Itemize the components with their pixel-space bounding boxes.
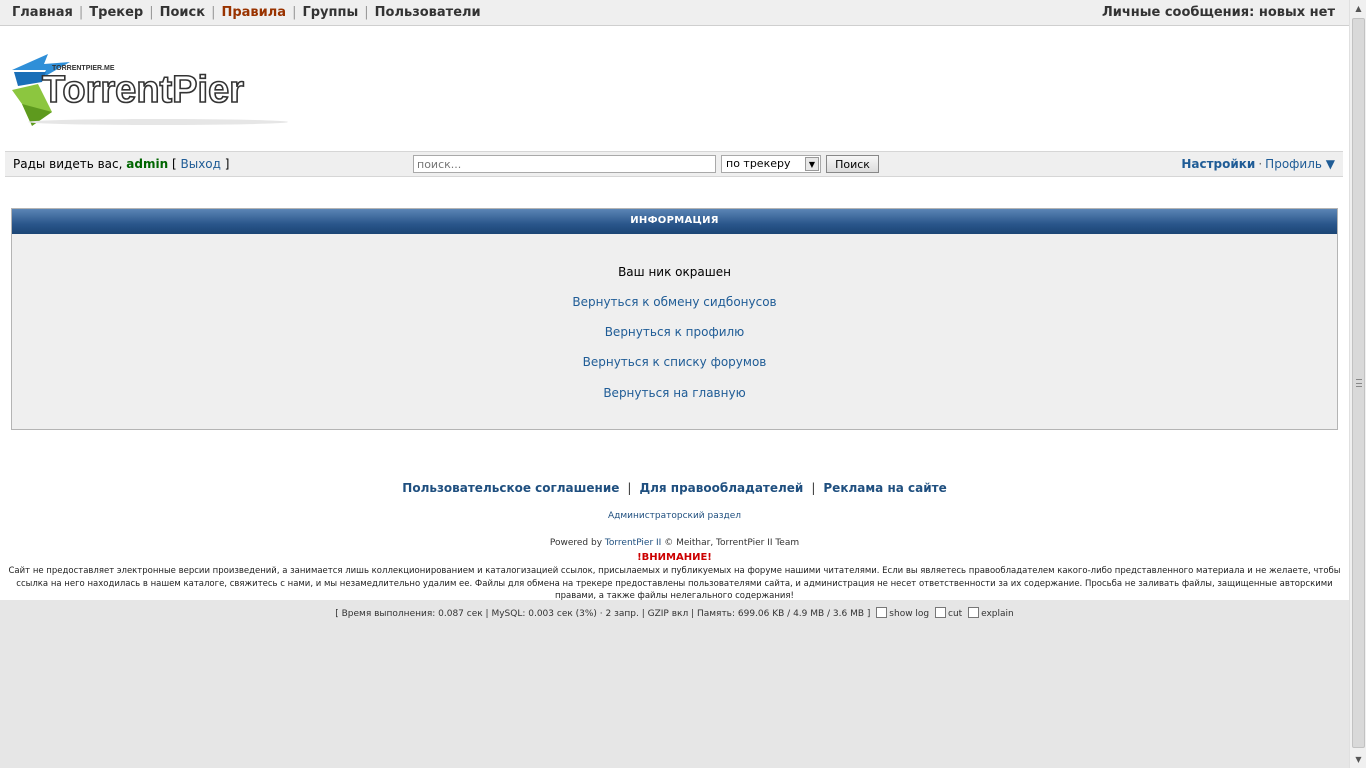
scroll-down-icon[interactable]: ▼ — [1350, 751, 1366, 768]
warning-text: Сайт не предоставляет электронные версии… — [8, 566, 1341, 601]
debug-stats: [ Время выполнения: 0.087 сек | MySQL: 0… — [335, 609, 871, 619]
top-nav: Главная | Трекер | Поиск | Правила | Группы | Поль… — [0, 0, 1349, 26]
dot-separator: · — [1258, 157, 1263, 171]
nav-separator: | — [211, 5, 216, 20]
back-to-profile-link[interactable]: Вернуться к профилю — [605, 325, 745, 339]
scrollbar-thumb[interactable] — [1352, 18, 1365, 748]
settings-link[interactable]: Настройки — [1181, 157, 1255, 171]
user-menu: Настройки · Профиль ▼ — [1181, 157, 1335, 171]
nav-separator: | — [149, 5, 154, 20]
search-scope-select[interactable]: по трекеру ▼ — [721, 155, 821, 173]
info-message: Ваш ник окрашен — [618, 265, 731, 279]
greeting: Рады видеть вас, admin [ Выход ] — [13, 157, 229, 171]
site-logo[interactable]: TORRENTPIER.ME TorrentPier — [8, 50, 308, 130]
search-button[interactable]: Поиск — [826, 155, 879, 173]
search-input[interactable] — [413, 155, 716, 173]
private-messages-link[interactable]: Личные сообщения: новых нет — [1102, 5, 1335, 20]
explain-checkbox[interactable] — [968, 607, 980, 618]
powered-suffix: © Meithar, TorrentPier II Team — [664, 538, 800, 548]
footer-separator: | — [811, 481, 816, 495]
torrentpier-link[interactable]: TorrentPier II — [605, 538, 661, 548]
bracket: ] — [224, 157, 230, 171]
advertising-link[interactable]: Реклама на сайте — [823, 481, 946, 495]
scroll-up-icon[interactable]: ▲ — [1350, 0, 1366, 17]
grip-icon — [1356, 379, 1362, 387]
nav-separator: | — [292, 5, 297, 20]
profile-menu-link[interactable]: Профиль ▼ — [1265, 157, 1335, 171]
main-menu: Главная | Трекер | Поиск | Правила | Группы | Поль… — [12, 5, 481, 20]
user-bar: Рады видеть вас, admin [ Выход ] по трек… — [5, 151, 1343, 177]
search-scope-value: по трекеру — [726, 157, 791, 170]
debug-bar: [ Время выполнения: 0.087 сек | MySQL: 0… — [0, 607, 1349, 619]
logout-link[interactable]: Выход — [180, 157, 220, 171]
show-log-checkbox[interactable] — [876, 607, 888, 618]
info-box-header: ИНФОРМАЦИЯ — [12, 209, 1337, 234]
footer-links: Пользовательское соглашение | Для правообл… — [0, 481, 1349, 495]
back-to-seedbonus-link[interactable]: Вернуться к обмену сидбонусов — [572, 295, 776, 309]
username-link[interactable]: admin — [126, 157, 168, 171]
powered-by: Powered by TorrentPier II © Meithar, Tor… — [0, 538, 1349, 548]
admin-section: Администраторский раздел — [0, 511, 1349, 521]
nav-users[interactable]: Пользователи — [375, 5, 481, 20]
footer-separator: | — [627, 481, 632, 495]
greeting-text: Рады видеть вас, — [13, 157, 123, 171]
nav-separator: | — [364, 5, 369, 20]
user-agreement-link[interactable]: Пользовательское соглашение — [402, 481, 619, 495]
back-to-forums-link[interactable]: Вернуться к списку форумов — [583, 355, 767, 369]
page: Главная | Трекер | Поиск | Правила | Группы | Поль… — [0, 0, 1349, 601]
bracket: [ — [171, 157, 177, 171]
nav-rules[interactable]: Правила — [221, 5, 286, 20]
powered-prefix: Powered by — [549, 538, 603, 548]
warning-title: !ВНИМАНИЕ! — [637, 552, 712, 563]
vertical-scrollbar[interactable]: ▲ ▼ — [1349, 0, 1366, 768]
svg-text:TorrentPier: TorrentPier — [42, 69, 244, 111]
explain-label: explain — [981, 609, 1014, 619]
cut-label: cut — [948, 609, 963, 619]
dropdown-arrow-icon: ▼ — [805, 157, 819, 171]
nav-home[interactable]: Главная — [12, 5, 73, 20]
nav-search[interactable]: Поиск — [160, 5, 205, 20]
info-box: ИНФОРМАЦИЯ Ваш ник окрашен Вернуться к о… — [11, 208, 1338, 430]
nav-separator: | — [78, 5, 84, 20]
back-to-home-link[interactable]: Вернуться на главную — [603, 386, 745, 400]
show-log-label: show log — [889, 609, 930, 619]
copyright-holders-link[interactable]: Для правообладателей — [639, 481, 803, 495]
nav-groups[interactable]: Группы — [302, 5, 358, 20]
admin-panel-link[interactable]: Администраторский раздел — [608, 511, 741, 521]
cut-checkbox[interactable] — [935, 607, 947, 618]
nav-tracker[interactable]: Трекер — [89, 5, 143, 20]
